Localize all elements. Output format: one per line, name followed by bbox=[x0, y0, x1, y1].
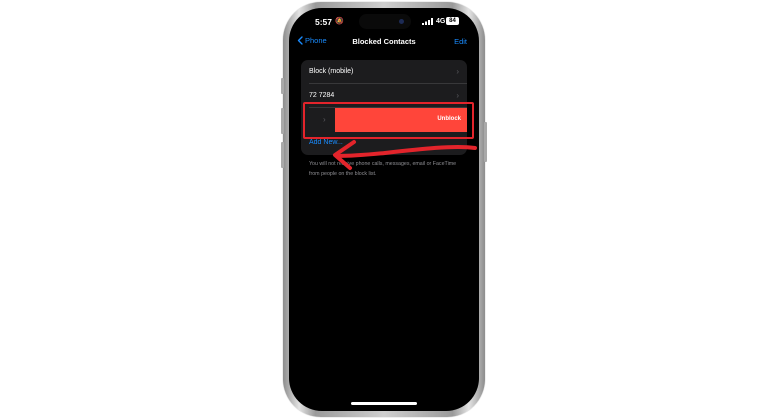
side-button bbox=[484, 122, 487, 162]
list-item[interactable]: 72 7284 › bbox=[301, 84, 467, 108]
signal-icon bbox=[422, 18, 433, 25]
camera-icon bbox=[399, 19, 404, 24]
swiped-list-item[interactable]: › Unblock bbox=[301, 108, 467, 132]
chevron-right-icon: › bbox=[456, 67, 459, 76]
unblock-label: Unblock bbox=[437, 116, 461, 122]
blocked-contacts-list: Block (mobile) › 72 7284 › › Unblock Add… bbox=[301, 60, 467, 155]
volume-down-button bbox=[281, 142, 284, 168]
volume-up-button bbox=[281, 108, 284, 134]
navigation-bar: Phone Blocked Contacts Edit bbox=[289, 35, 479, 51]
status-time: 5:57 bbox=[315, 17, 333, 27]
chevron-right-icon: › bbox=[323, 115, 326, 124]
add-new-button[interactable]: Add New... bbox=[309, 139, 343, 146]
phone-screen: 5:57 🔕 4G 84 Phone Blocked Contacts Edit… bbox=[289, 8, 479, 411]
edit-button[interactable]: Edit bbox=[454, 37, 467, 46]
footer-note: You will not receive phone calls, messag… bbox=[309, 161, 457, 177]
list-item-label: 72 7284 bbox=[309, 92, 335, 99]
list-item[interactable]: Block (mobile) › bbox=[301, 60, 467, 84]
action-button bbox=[281, 78, 284, 94]
chevron-right-icon: › bbox=[456, 91, 459, 100]
dynamic-island bbox=[359, 14, 411, 29]
list-item-label: Block (mobile) bbox=[309, 68, 354, 75]
network-type: 4G bbox=[436, 18, 446, 25]
home-indicator bbox=[351, 402, 417, 405]
battery-icon: 84 bbox=[446, 17, 459, 25]
unblock-button[interactable]: Unblock bbox=[335, 108, 467, 132]
bell-slash-icon: 🔕 bbox=[335, 18, 344, 25]
status-bar: 5:57 🔕 4G 84 bbox=[289, 8, 479, 32]
page-title: Blocked Contacts bbox=[352, 37, 416, 46]
